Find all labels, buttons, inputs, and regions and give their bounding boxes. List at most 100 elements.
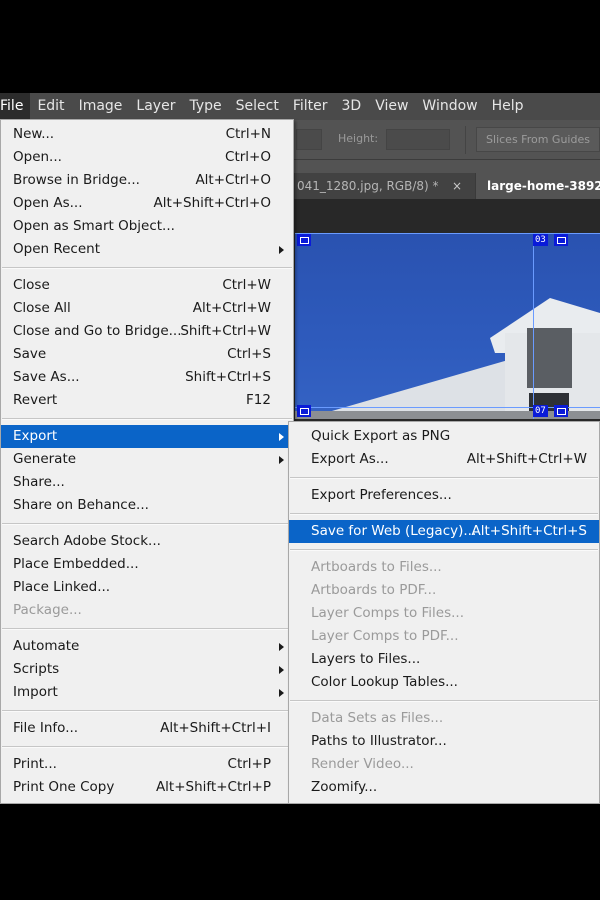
slice-icon[interactable] bbox=[297, 405, 311, 417]
menu-item-open-recent[interactable]: Open Recent bbox=[1, 238, 293, 261]
shortcut-label: Alt+Shift+Ctrl+I bbox=[160, 720, 271, 736]
menu-item-label: Export As... bbox=[311, 451, 389, 467]
divider bbox=[465, 126, 466, 154]
submenu-arrow-icon bbox=[279, 246, 284, 254]
menu-item-browse-in-bridge[interactable]: Browse in Bridge... Alt+Ctrl+O bbox=[1, 169, 293, 192]
menu-image[interactable]: Image bbox=[72, 93, 130, 120]
menu-view[interactable]: View bbox=[368, 93, 415, 120]
menu-help[interactable]: Help bbox=[485, 93, 531, 120]
document-tab-active[interactable]: large-home-38927 bbox=[476, 173, 600, 199]
menu-item-zoomify[interactable]: Zoomify... bbox=[289, 776, 599, 799]
menu-select[interactable]: Select bbox=[229, 93, 286, 120]
menu-item-generate[interactable]: Generate bbox=[1, 448, 293, 471]
slice-icon[interactable] bbox=[297, 234, 311, 246]
menu-item-close[interactable]: Close Ctrl+W bbox=[1, 274, 293, 297]
menu-window[interactable]: Window bbox=[415, 93, 484, 120]
menu-item-save[interactable]: Save Ctrl+S bbox=[1, 343, 293, 366]
menu-item-export[interactable]: Export bbox=[1, 425, 293, 448]
menu-item-export-as[interactable]: Export As... Alt+Shift+Ctrl+W bbox=[289, 448, 599, 471]
menu-item-open-as-smart-object[interactable]: Open as Smart Object... bbox=[1, 215, 293, 238]
close-tab-icon[interactable]: × bbox=[452, 173, 462, 199]
menu-item-export-preferences[interactable]: Export Preferences... bbox=[289, 484, 599, 507]
menu-item-place-embedded[interactable]: Place Embedded... bbox=[1, 553, 293, 576]
height-field[interactable] bbox=[386, 129, 450, 150]
document-tab-label: large-home-38927 bbox=[487, 179, 600, 193]
menu-item-place-linked[interactable]: Place Linked... bbox=[1, 576, 293, 599]
shortcut-label: F12 bbox=[246, 392, 271, 408]
menu-item-label: Artboards to Files... bbox=[311, 559, 442, 575]
submenu-arrow-icon bbox=[279, 433, 284, 441]
menu-item-label: Layer Comps to Files... bbox=[311, 605, 465, 621]
menu-item-artboards-to-pdf: Artboards to PDF... bbox=[289, 579, 599, 602]
menu-item-layer-comps-to-pdf: Layer Comps to PDF... bbox=[289, 625, 599, 648]
menu-item-color-lookup-tables[interactable]: Color Lookup Tables... bbox=[289, 671, 599, 694]
menu-item-label: Share on Behance... bbox=[13, 497, 149, 513]
document-image[interactable]: 03 07 bbox=[295, 233, 600, 419]
menu-item-search-adobe-stock[interactable]: Search Adobe Stock... bbox=[1, 530, 293, 553]
menu-item-label: Close bbox=[13, 277, 50, 293]
submenu-arrow-icon bbox=[279, 689, 284, 697]
shortcut-label: Shift+Ctrl+W bbox=[180, 323, 271, 339]
menu-item-file-info[interactable]: File Info... Alt+Shift+Ctrl+I bbox=[1, 717, 293, 740]
menu-type[interactable]: Type bbox=[182, 93, 228, 120]
menu-item-label: Export Preferences... bbox=[311, 487, 452, 503]
menu-item-import[interactable]: Import bbox=[1, 681, 293, 704]
shortcut-label: Alt+Shift+Ctrl+P bbox=[155, 779, 271, 795]
slice-number-badge[interactable]: 03 bbox=[533, 234, 548, 246]
menu-item-revert[interactable]: Revert F12 bbox=[1, 389, 293, 412]
menu-item-label: New... bbox=[13, 126, 55, 142]
submenu-arrow-icon bbox=[279, 666, 284, 674]
menu-item-print-one-copy[interactable]: Print One Copy Alt+Shift+Ctrl+P bbox=[1, 776, 293, 799]
shortcut-label: Shift+Ctrl+S bbox=[185, 369, 271, 385]
menu-item-quick-export-as-png[interactable]: Quick Export as PNG bbox=[289, 425, 599, 448]
width-field[interactable] bbox=[296, 129, 322, 150]
menu-item-new[interactable]: New... Ctrl+N bbox=[1, 123, 293, 146]
menu-item-layers-to-files[interactable]: Layers to Files... bbox=[289, 648, 599, 671]
document-tab-label: 041_1280.jpg, RGB/8) * bbox=[297, 179, 439, 193]
menu-edit[interactable]: Edit bbox=[30, 93, 71, 120]
slice-icon[interactable] bbox=[554, 405, 568, 417]
menu-3d[interactable]: 3D bbox=[335, 93, 369, 120]
menu-item-label: Place Linked... bbox=[13, 579, 111, 595]
menu-separator bbox=[289, 543, 599, 556]
menu-item-label: Open As... bbox=[13, 195, 83, 211]
menu-item-label: Close All bbox=[13, 300, 71, 316]
menu-separator bbox=[289, 471, 599, 484]
submenu-arrow-icon bbox=[279, 456, 284, 464]
menu-item-label: Quick Export as PNG bbox=[311, 428, 451, 444]
menu-item-label: Layers to Files... bbox=[311, 651, 421, 667]
menu-layer[interactable]: Layer bbox=[129, 93, 182, 120]
menu-item-open[interactable]: Open... Ctrl+O bbox=[1, 146, 293, 169]
menu-item-close-and-go-to-bridge[interactable]: Close and Go to Bridge... Shift+Ctrl+W bbox=[1, 320, 293, 343]
menu-item-label: Open as Smart Object... bbox=[13, 218, 175, 234]
document-tab[interactable]: 041_1280.jpg, RGB/8) * × bbox=[295, 173, 475, 199]
menu-item-label: Data Sets as Files... bbox=[311, 710, 444, 726]
shortcut-label: Alt+Ctrl+O bbox=[195, 172, 271, 188]
menu-separator bbox=[289, 507, 599, 520]
slice-number-badge[interactable]: 07 bbox=[533, 405, 548, 417]
menu-separator bbox=[289, 694, 599, 707]
shortcut-label: Alt+Shift+Ctrl+S bbox=[471, 523, 588, 539]
slices-from-guides-button[interactable]: Slices From Guides bbox=[476, 127, 600, 152]
shortcut-label: Ctrl+O bbox=[225, 149, 271, 165]
menu-item-label: Place Embedded... bbox=[13, 556, 139, 572]
menu-item-paths-to-illustrator[interactable]: Paths to Illustrator... bbox=[289, 730, 599, 753]
menu-file[interactable]: File bbox=[0, 93, 31, 120]
menu-item-save-as[interactable]: Save As... Shift+Ctrl+S bbox=[1, 366, 293, 389]
shortcut-label: Ctrl+N bbox=[225, 126, 271, 142]
menu-item-open-as[interactable]: Open As... Alt+Shift+Ctrl+O bbox=[1, 192, 293, 215]
menu-item-label: Search Adobe Stock... bbox=[13, 533, 161, 549]
slice-icon[interactable] bbox=[554, 234, 568, 246]
menu-item-close-all[interactable]: Close All Alt+Ctrl+W bbox=[1, 297, 293, 320]
menu-item-label: Share... bbox=[13, 474, 65, 490]
menu-item-save-for-web-legacy[interactable]: Save for Web (Legacy)... Alt+Shift+Ctrl+S bbox=[289, 520, 599, 543]
menu-item-share-on-behance[interactable]: Share on Behance... bbox=[1, 494, 293, 517]
menu-filter[interactable]: Filter bbox=[286, 93, 335, 120]
menu-item-scripts[interactable]: Scripts bbox=[1, 658, 293, 681]
slice-guide bbox=[533, 233, 534, 419]
shortcut-label: Alt+Shift+Ctrl+W bbox=[466, 451, 587, 467]
menu-item-automate[interactable]: Automate bbox=[1, 635, 293, 658]
menu-item-share[interactable]: Share... bbox=[1, 471, 293, 494]
menu-item-package: Package... bbox=[1, 599, 293, 622]
menu-item-print[interactable]: Print... Ctrl+P bbox=[1, 753, 293, 776]
